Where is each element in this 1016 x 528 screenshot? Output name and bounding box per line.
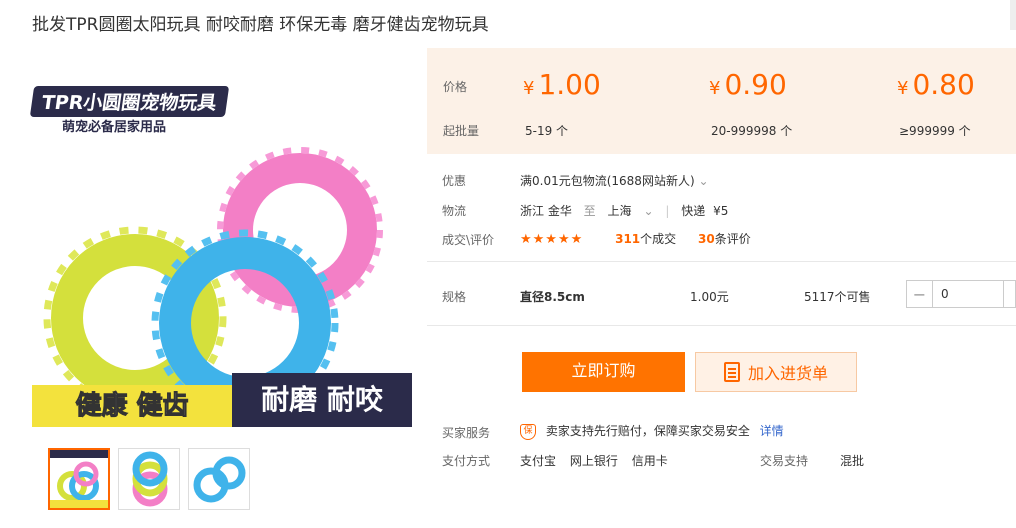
reviews-count-link[interactable]: 30条评价 [698,232,751,246]
trade-support-label: 交易支持 [760,454,809,468]
plus-button[interactable] [1003,281,1015,307]
service-label: 买家服务 [442,426,491,440]
spec-name: 直径8.5cm [520,290,585,304]
product-title: 批发TPR圆圈太阳玩具 耐咬耐磨 环保无毒 磨牙健齿宠物玩具 [32,15,489,35]
minus-button[interactable]: − [907,281,933,307]
scrollbar[interactable] [1010,0,1016,30]
thumbnail-strip [48,448,250,510]
qty-tier-2: 20-999998 个 [711,124,793,138]
image-bottom-left-text: 健康 健齿 [32,385,232,427]
thumbnail-2[interactable] [118,448,180,510]
chevron-down-icon: ⌄ [643,204,654,218]
spec-price: 1.00元 [690,290,729,304]
service-row: 保 卖家支持先行赔付，保障买家交易安全 详情 [520,422,784,440]
deals-count-link[interactable]: 311个成交 [615,232,676,246]
add-to-cart-button[interactable]: 加入进货单 [695,352,857,392]
buy-now-button[interactable]: 立即订购 [522,352,685,392]
shield-icon: 保 [520,423,536,440]
thumbnail-1[interactable] [48,448,110,510]
shipping-fee: ¥5 [713,204,729,218]
qty-tier-3: ≥999999 个 [899,124,971,138]
rating-stars: ★★★★★ [520,232,584,247]
payment-method: 网上银行 [569,454,618,468]
payment-label: 支付方式 [442,454,491,468]
shipping-destination-select[interactable]: 上海 ⌄ [608,204,654,218]
price-tier-2: ¥0.90 [709,68,787,101]
deals-row: ★★★★★ 311个成交 30条评价 [520,230,751,247]
trade-support-value: 混批 [840,454,865,468]
price-tier-3: ¥0.80 [897,68,975,101]
quantity-input[interactable]: 0 [933,287,1003,301]
shipping-from: 浙江 金华 [520,204,572,218]
chevron-down-icon: ⌄ [698,174,709,188]
price-tier-1: ¥1.00 [523,68,601,101]
price-label: 价格 [443,80,468,94]
promo-value: 满0.01元包物流(1688网站新人) [520,174,695,188]
spec-label: 规格 [442,290,467,304]
product-main-image: TPR小圆圈宠物玩具 萌宠必备居家用品 健康 健齿 耐磨 耐咬 [30,58,414,430]
spec-stock: 5117个可售 [804,290,871,304]
price-box: 价格 起批量 ¥1.00 ¥0.90 ¥0.80 5-19 个 20-99999… [427,48,1016,154]
shipping-row: 浙江 金华 至 上海 ⌄ | 快递 ¥5 [520,204,729,218]
clipboard-icon [723,362,740,382]
service-details-link[interactable]: 详情 [760,424,784,438]
image-subtitle: 萌宠必备居家用品 [62,120,167,135]
image-banner: TPR小圆圈宠物玩具 [30,86,229,117]
min-qty-label: 起批量 [443,124,480,138]
promo-label: 优惠 [442,174,467,188]
payment-method: 支付宝 [520,454,557,468]
thumbnail-3[interactable] [188,448,250,510]
promo-dropdown[interactable]: 满0.01元包物流(1688网站新人) ⌄ [520,172,709,189]
payment-methods: 支付宝 网上银行 信用卡 [520,452,668,469]
shipping-to-word: 至 [583,204,596,218]
image-bottom-right-text: 耐磨 耐咬 [232,373,412,427]
divider [427,325,1016,326]
pet-ring-toys-illustration [43,147,383,398]
shipping-method: 快递 [681,204,706,218]
payment-method: 信用卡 [631,454,668,468]
qty-tier-1: 5-19 个 [525,124,569,138]
divider [427,261,1016,262]
add-to-cart-label: 加入进货单 [747,364,828,383]
shipping-label: 物流 [442,204,467,218]
quantity-stepper: − 0 [906,280,1016,308]
service-text: 卖家支持先行赔付，保障买家交易安全 [545,424,750,438]
deals-label: 成交\评价 [442,233,495,247]
